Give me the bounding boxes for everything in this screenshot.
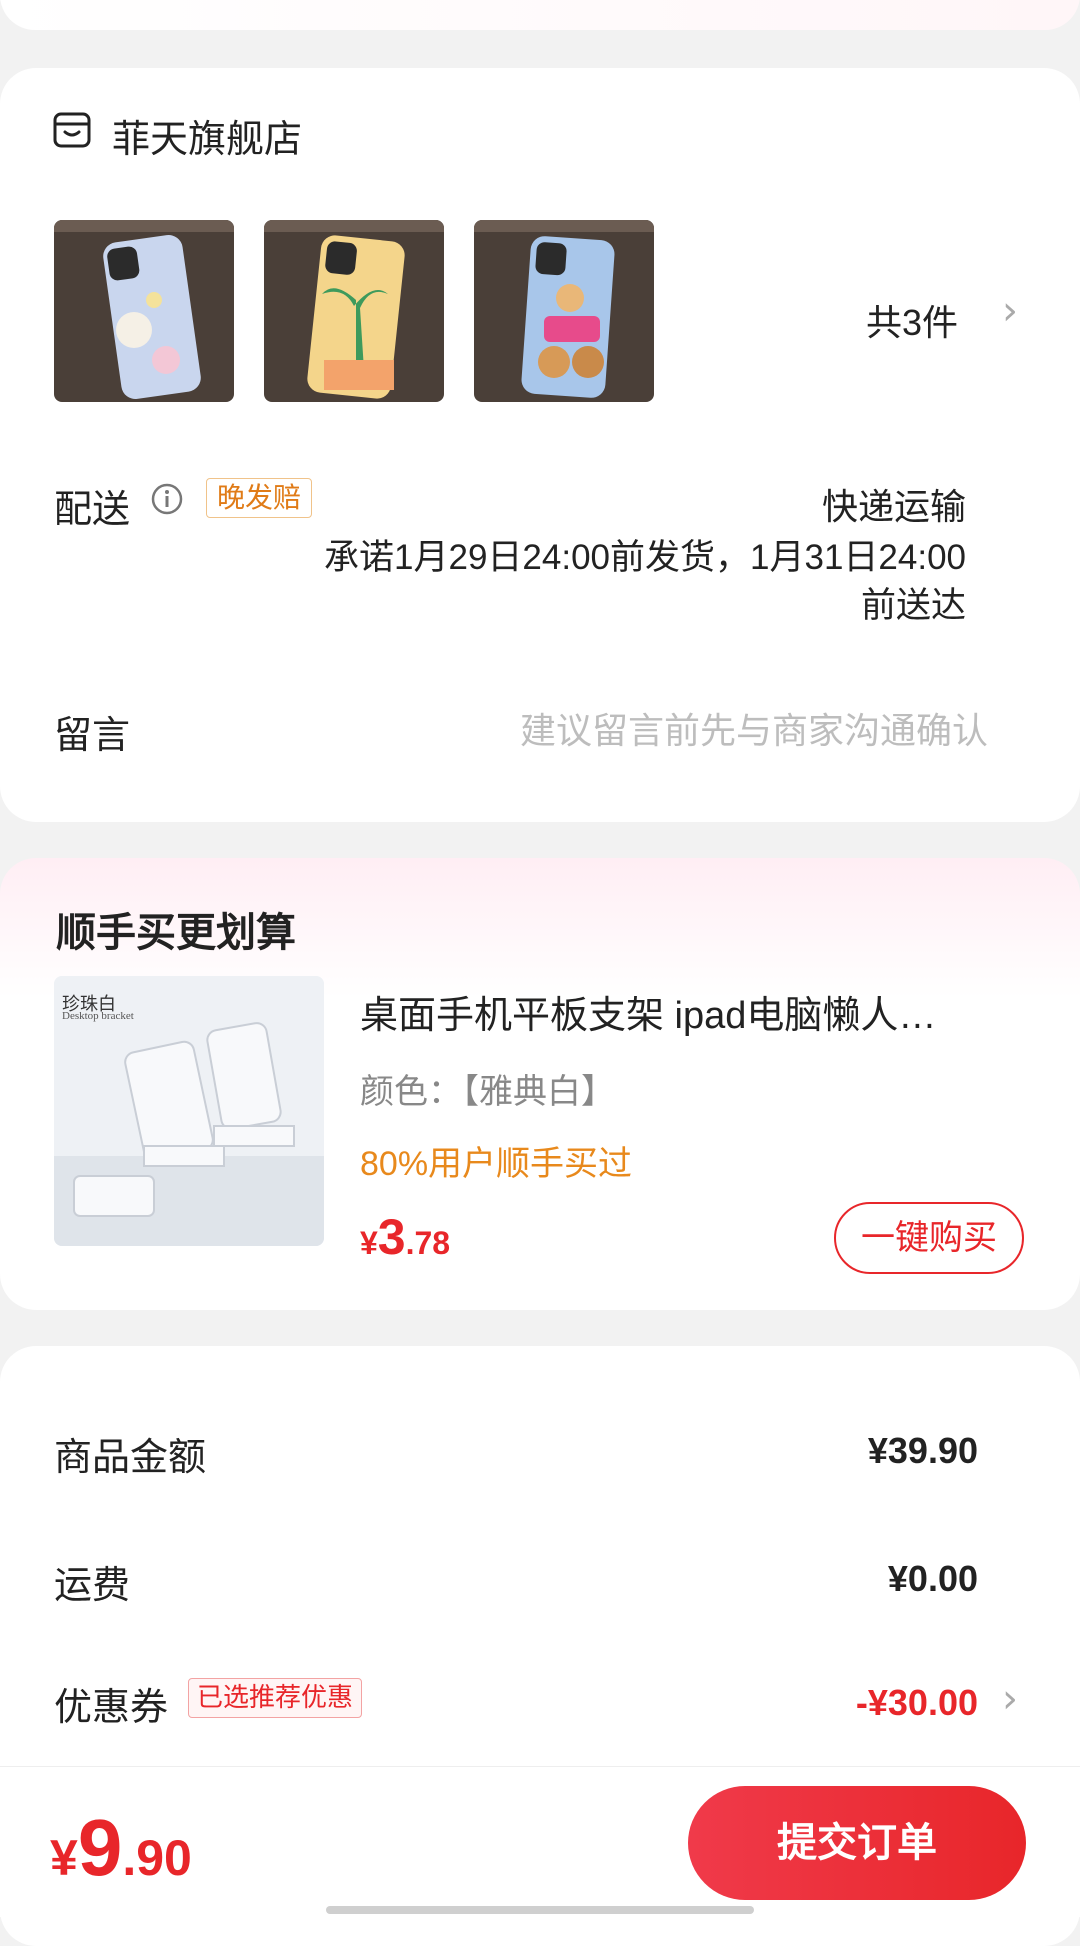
delivery-label: 配送	[54, 489, 131, 531]
chevron-right-icon[interactable]: ›	[1002, 1676, 1018, 1722]
shop-name[interactable]: 菲天旗舰店	[112, 108, 302, 163]
shipping-fee-value: ¥0.00	[887, 1558, 978, 1599]
delivery-promise: 承诺1月29日24:00前发货，1月31日24:00前送达	[324, 538, 966, 625]
item-count[interactable]: 共3件	[866, 294, 958, 346]
image-caption-sub: Desktop bracket	[62, 1010, 134, 1022]
info-icon[interactable]	[150, 482, 184, 516]
product-thumbnail[interactable]	[264, 220, 444, 402]
upsell-title: 顺手买更划算	[56, 911, 296, 955]
coupon-badge: 已选推荐优惠	[188, 1678, 363, 1718]
goods-amount-label: 商品金额	[54, 1437, 207, 1479]
goods-amount-value: ¥39.90	[867, 1430, 978, 1471]
product-thumbnail[interactable]	[54, 220, 234, 402]
one-click-buy-button[interactable]: 一键购买	[834, 1202, 1024, 1274]
late-compensation-badge: 晚发赔	[206, 478, 313, 518]
submit-order-button[interactable]: 提交订单	[688, 1786, 1026, 1900]
upsell-product-name[interactable]: 桌面手机平板支架 ipad电脑懒人…	[360, 984, 1020, 1039]
product-thumbnail[interactable]	[474, 220, 654, 402]
shipping-method: 快递运输	[821, 486, 966, 527]
upsell-product-image[interactable]: 珍珠白 Desktop bracket	[54, 976, 324, 1246]
message-input[interactable]: 建议留言前先与商家沟通确认	[520, 702, 988, 754]
upsell-buy-stat: 80%用户顺手买过	[360, 1145, 633, 1183]
chevron-right-icon[interactable]: ›	[1002, 288, 1018, 334]
message-label: 留言	[54, 715, 131, 757]
coupon-label: 优惠券	[54, 1687, 169, 1729]
previous-section-card	[0, 0, 1080, 30]
home-indicator[interactable]	[326, 1906, 754, 1914]
coupon-value[interactable]: -¥30.00	[856, 1682, 978, 1724]
shop-icon	[53, 112, 91, 148]
total-price: ¥9.90	[50, 1803, 192, 1892]
upsell-price: ¥3.78	[360, 1209, 451, 1265]
upsell-product-color[interactable]: 颜色：【雅典白】	[360, 1064, 615, 1113]
shipping-fee-label: 运费	[54, 1565, 131, 1607]
